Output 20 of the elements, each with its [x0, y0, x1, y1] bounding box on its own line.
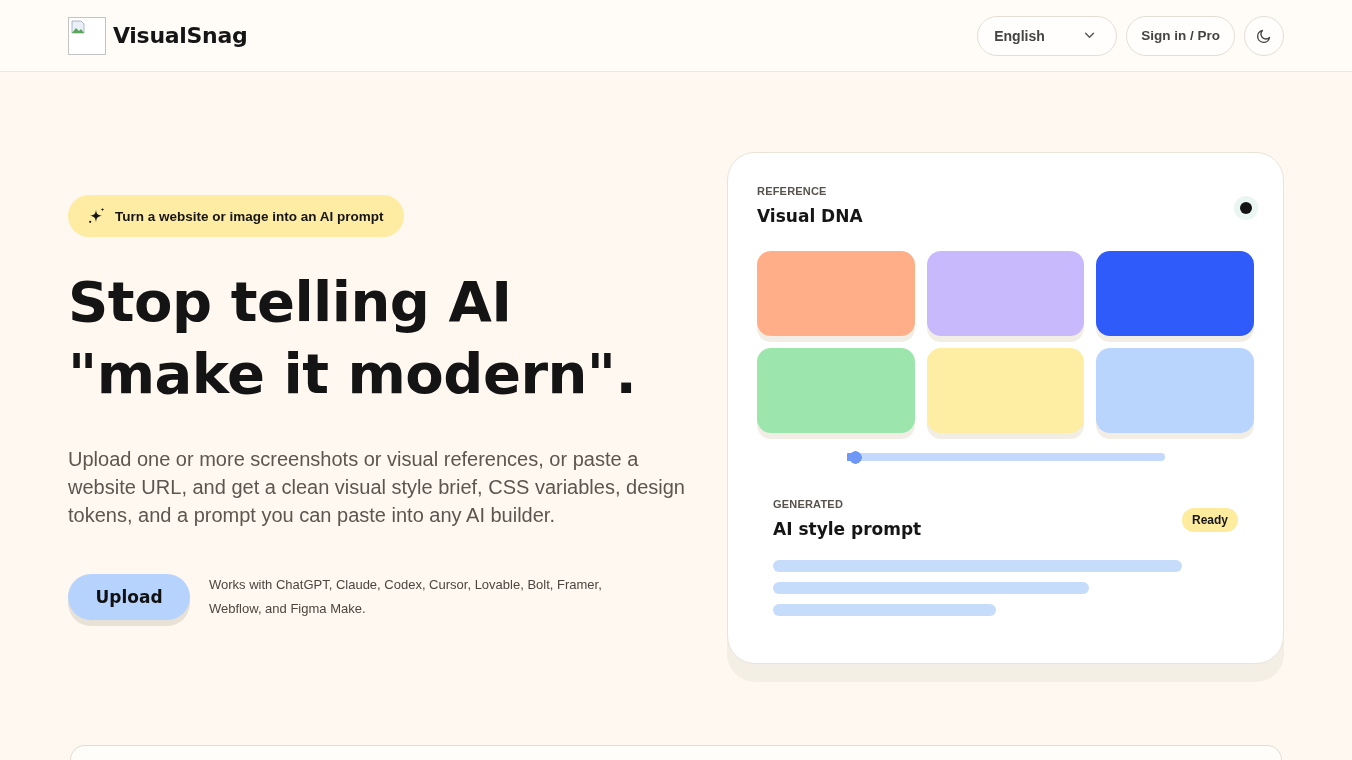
broken-image-icon [68, 16, 106, 55]
section-title: Visual DNA [757, 205, 863, 228]
headline: Stop telling AI "make it modern". [68, 268, 638, 408]
tagline-text: Turn a website or image into an AI prompt [115, 208, 384, 224]
sparkle-icon [88, 207, 106, 225]
slider-track[interactable] [846, 450, 1165, 464]
slider-fill[interactable] [846, 450, 863, 464]
dot-icon [1234, 196, 1258, 220]
brand-name: VisualSnag [113, 23, 248, 48]
section-label: GENERATED [773, 497, 845, 511]
language-select[interactable]: English [977, 15, 1118, 56]
compatibility-note: Works with ChatGPT, Claude, Codex, Cursor, Lovable, Bolt, Framer, Webflow, and Figma Make. [209, 576, 603, 618]
status-badge: Ready [1181, 508, 1238, 532]
sign-in-button[interactable]: Sign in / Pro [1126, 15, 1235, 56]
section-label: REFERENCE [757, 184, 828, 198]
description-text: Upload one or more screenshots or visual references, or paste a website URL, and get a clean visual style brief, CSS variables, design tokens, and a prompt you can paste into any AI builder. [68, 447, 686, 528]
chevron-down-icon [1084, 32, 1096, 39]
section-title: AI style prompt [773, 518, 922, 541]
moon-icon [1256, 27, 1272, 44]
theme-toggle-button[interactable] [1244, 15, 1284, 56]
